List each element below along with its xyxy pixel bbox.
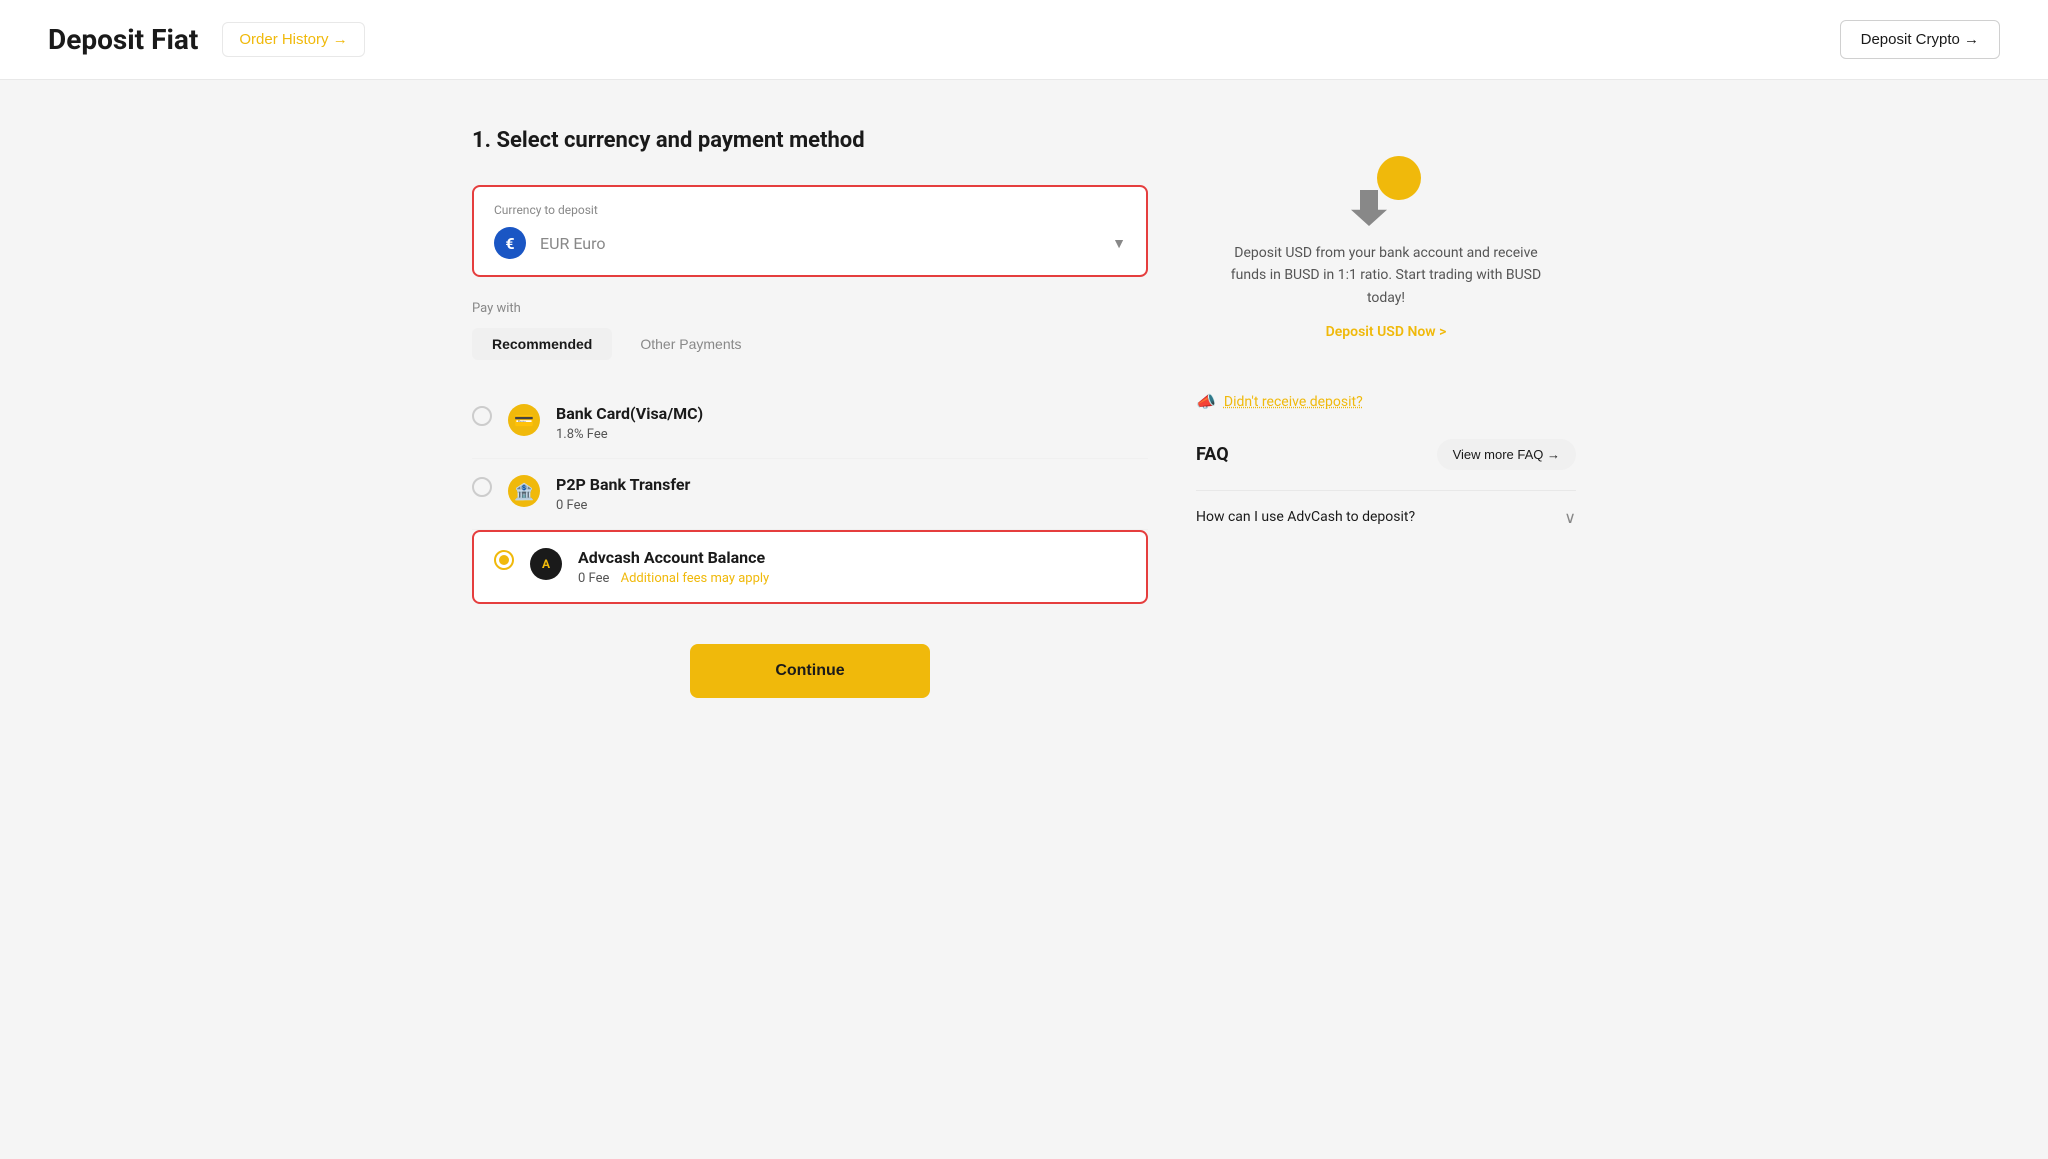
order-history-button[interactable]: Order History → [222, 22, 364, 57]
bank-card-details: Bank Card(Visa/MC) 1.8% Fee [556, 404, 703, 442]
eur-icon: € [494, 227, 526, 259]
p2p-details: P2P Bank Transfer 0 Fee [556, 475, 690, 513]
currency-selector[interactable]: Currency to deposit € EUREuro ▼ [472, 185, 1148, 277]
continue-button[interactable]: Continue [690, 644, 930, 698]
payment-tabs: Recommended Other Payments [472, 328, 1148, 360]
bank-card-icon: 💳 [508, 404, 540, 436]
currency-info: € EUREuro [494, 227, 606, 259]
didnt-receive-section: 📣 Didn't receive deposit? [1196, 392, 1576, 411]
promo-text: Deposit USD from your bank account and r… [1220, 242, 1552, 309]
currency-label: Currency to deposit [494, 203, 1126, 217]
advcash-details: Advcash Account Balance 0 Fee Additional… [578, 548, 769, 586]
advcash-additional-fee: Additional fees may apply [621, 571, 770, 586]
right-panel: Deposit USD from your bank account and r… [1196, 128, 1576, 698]
view-more-faq-button[interactable]: View more FAQ → [1437, 439, 1576, 470]
p2p-name: P2P Bank Transfer [556, 475, 690, 494]
left-column: 1. Select currency and payment method Cu… [472, 128, 1148, 698]
faq-item-advcash[interactable]: How can I use AdvCash to deposit? ∨ [1196, 490, 1576, 544]
faq-question: How can I use AdvCash to deposit? [1196, 507, 1415, 528]
faq-section: FAQ View more FAQ → How can I use AdvCas… [1196, 439, 1576, 544]
payment-option-bank-card[interactable]: 💳 Bank Card(Visa/MC) 1.8% Fee [472, 388, 1148, 459]
promo-card: Deposit USD from your bank account and r… [1196, 128, 1576, 368]
dropdown-arrow-icon: ▼ [1112, 235, 1126, 252]
currency-text: EUREuro [536, 234, 606, 253]
faq-header: FAQ View more FAQ → [1196, 439, 1576, 470]
bank-card-fee: 1.8% Fee [556, 427, 703, 442]
chevron-down-icon: ∨ [1564, 508, 1576, 527]
header: Deposit Fiat Order History → Deposit Cry… [0, 0, 2048, 80]
p2p-icon: 🏦 [508, 475, 540, 507]
tab-other-payments[interactable]: Other Payments [620, 328, 761, 360]
didnt-receive-link[interactable]: Didn't receive deposit? [1224, 394, 1363, 410]
currency-value: € EUREuro ▼ [494, 227, 1126, 259]
tab-recommended[interactable]: Recommended [472, 328, 612, 360]
promo-link[interactable]: Deposit USD Now > [1326, 324, 1447, 340]
advcash-fee: 0 Fee Additional fees may apply [578, 571, 769, 586]
faq-title: FAQ [1196, 444, 1229, 465]
promo-icon [1351, 156, 1421, 226]
pay-with-label: Pay with [472, 301, 1148, 316]
bell-icon: 📣 [1196, 392, 1216, 411]
payment-option-p2p[interactable]: 🏦 P2P Bank Transfer 0 Fee [472, 459, 1148, 530]
p2p-fee: 0 Fee [556, 498, 690, 513]
radio-bank-card[interactable] [472, 406, 492, 426]
advcash-icon: A [530, 548, 562, 580]
coin-icon [1377, 156, 1421, 200]
currency-name: Euro [573, 234, 605, 253]
radio-p2p[interactable] [472, 477, 492, 497]
page-title: Deposit Fiat [48, 23, 198, 56]
bank-card-name: Bank Card(Visa/MC) [556, 404, 703, 423]
deposit-crypto-button[interactable]: Deposit Crypto → [1840, 20, 2000, 59]
radio-advcash[interactable] [494, 550, 514, 570]
payment-methods-list: 💳 Bank Card(Visa/MC) 1.8% Fee 🏦 P2P Bank… [472, 388, 1148, 604]
header-left: Deposit Fiat Order History → [48, 22, 365, 57]
main-content: 1. Select currency and payment method Cu… [424, 80, 1624, 746]
payment-option-advcash[interactable]: A Advcash Account Balance 0 Fee Addition… [472, 530, 1148, 604]
advcash-name: Advcash Account Balance [578, 548, 769, 567]
arrow-down-icon [1351, 190, 1387, 226]
continue-wrapper: Continue [472, 644, 1148, 698]
section-title: 1. Select currency and payment method [472, 128, 1148, 153]
